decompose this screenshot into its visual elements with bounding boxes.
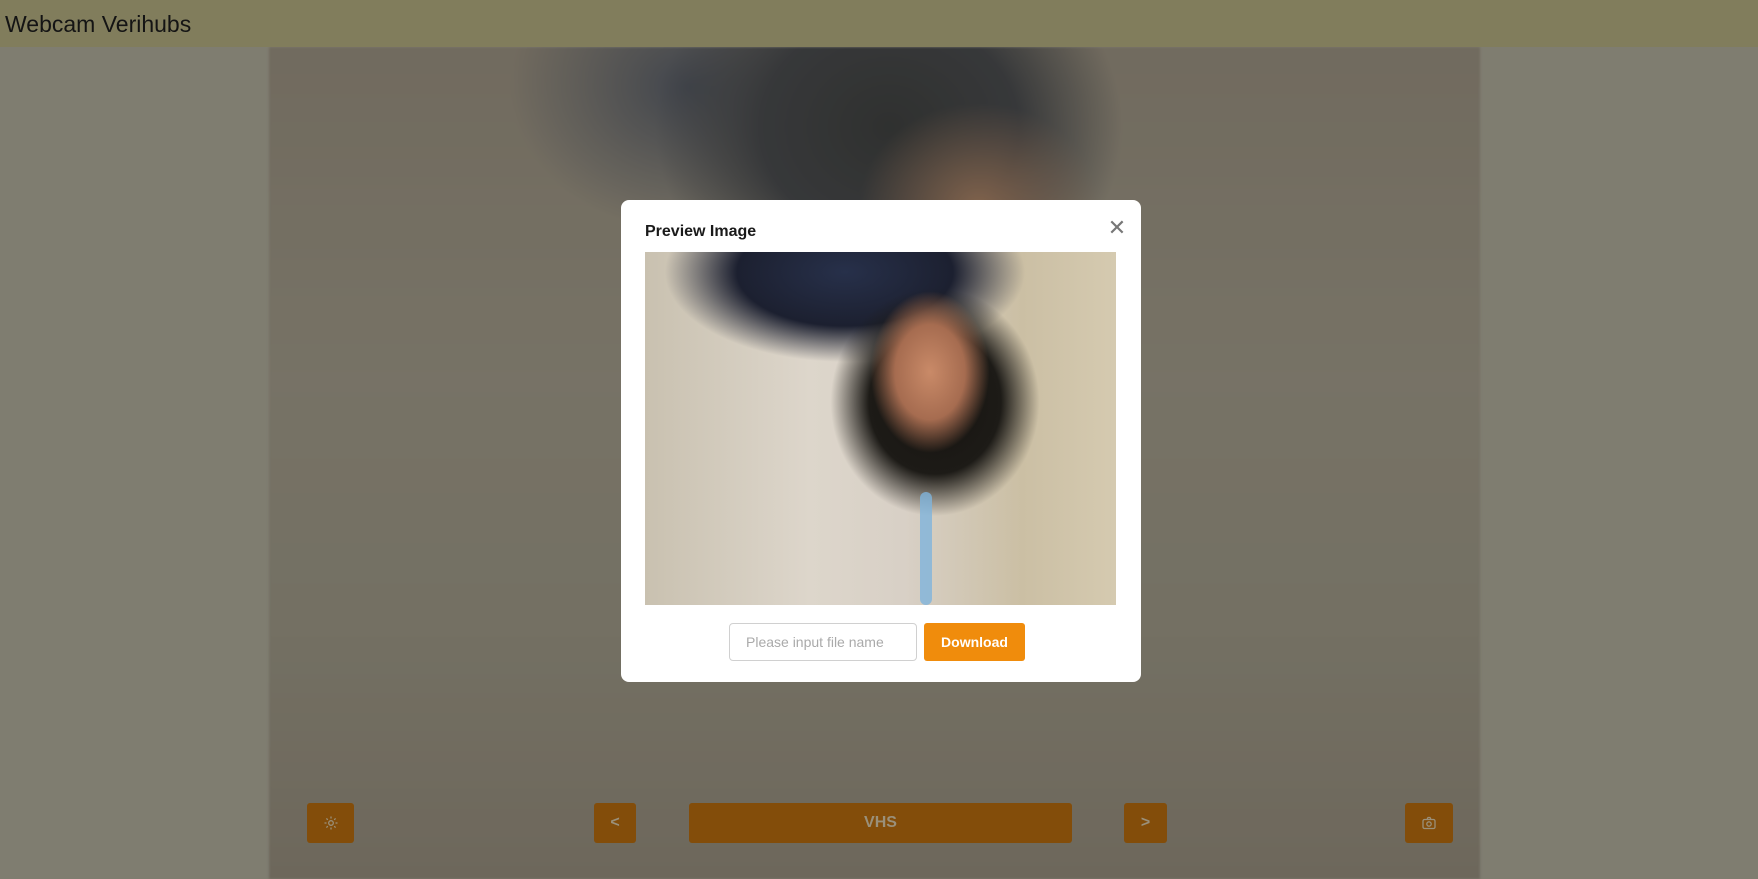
preview-image-detail bbox=[920, 492, 932, 605]
camera-icon bbox=[1422, 816, 1436, 830]
capture-button[interactable] bbox=[1405, 803, 1453, 843]
modal-title: Preview Image bbox=[645, 223, 757, 240]
app-header: Webcam Verihubs bbox=[0, 0, 1758, 47]
gear-icon bbox=[324, 816, 337, 830]
filter-name-button[interactable]: VHS bbox=[689, 803, 1072, 843]
prev-filter-button[interactable]: < bbox=[594, 803, 636, 843]
app-title: Webcam Verihubs bbox=[5, 11, 192, 37]
settings-button[interactable] bbox=[307, 803, 354, 843]
next-filter-button[interactable]: > bbox=[1124, 803, 1167, 843]
preview-modal: Preview Image ✕ Download bbox=[621, 200, 1141, 682]
close-icon[interactable]: ✕ bbox=[1105, 216, 1129, 240]
download-button[interactable]: Download bbox=[924, 623, 1025, 661]
preview-image bbox=[645, 252, 1116, 605]
filename-input[interactable] bbox=[729, 623, 917, 661]
